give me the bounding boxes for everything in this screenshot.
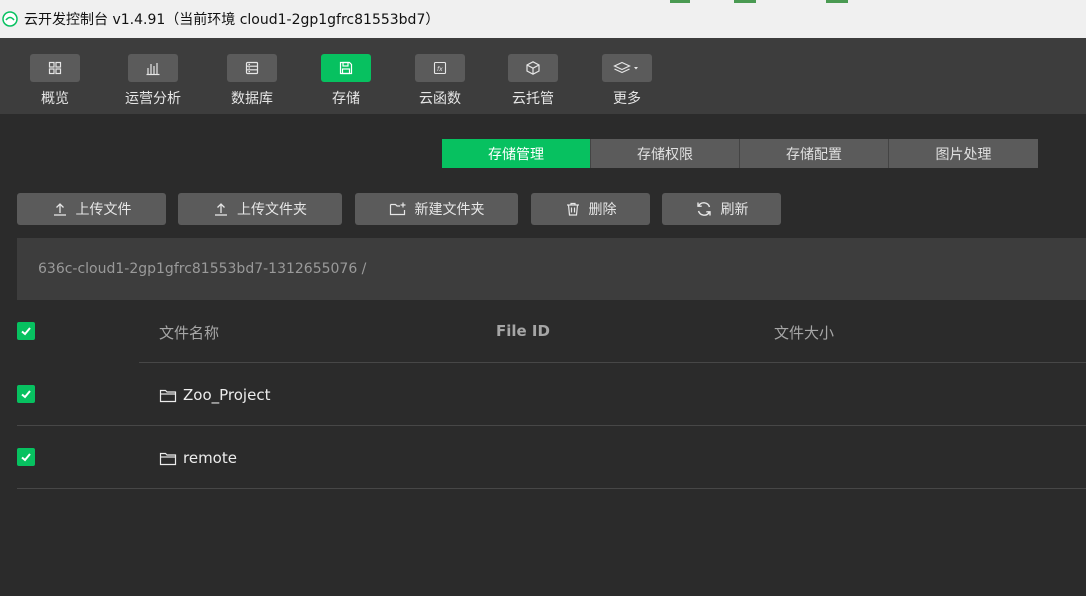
upload-folder-button[interactable]: 上传文件夹 (178, 193, 342, 225)
toolbar-overview[interactable]: 概览 (15, 54, 95, 108)
file-name: remote (183, 449, 237, 467)
layers-icon (602, 54, 652, 82)
row-divider (17, 488, 1086, 489)
delete-button[interactable]: 删除 (531, 193, 650, 225)
new-folder-button[interactable]: 新建文件夹 (355, 193, 518, 225)
trash-icon (566, 202, 579, 216)
toolbar-storage[interactable]: 存储 (306, 54, 386, 108)
cube-icon (508, 54, 558, 82)
breadcrumb: 636c-cloud1-2gp1gfrc81553bd7-1312655076 … (17, 238, 1086, 300)
storage-icon (321, 54, 371, 82)
toolbar-analytics[interactable]: 运营分析 (113, 54, 193, 108)
database-icon (227, 54, 277, 82)
checkmark-icon (21, 390, 31, 399)
toolbar-database[interactable]: 数据库 (212, 54, 292, 108)
upload-folder-label: 上传文件夹 (237, 202, 307, 218)
delete-label: 删除 (588, 202, 617, 218)
header-divider (139, 362, 1086, 363)
folder-icon (159, 389, 177, 403)
checkmark-icon (21, 327, 31, 336)
toolbar-functions[interactable]: fx 云函数 (400, 54, 480, 108)
toolbar-label: 概览 (41, 91, 69, 107)
tab-image-processing[interactable]: 图片处理 (889, 139, 1038, 168)
upload-file-label: 上传文件 (75, 202, 132, 218)
breadcrumb-path[interactable]: 636c-cloud1-2gp1gfrc81553bd7-1312655076 … (38, 261, 366, 277)
toolbar-label: 数据库 (231, 91, 273, 107)
toolbar-label: 更多 (613, 91, 641, 107)
table-row[interactable]: Zoo_Project (159, 386, 270, 404)
column-header-file-id: File ID (496, 322, 550, 340)
tab-storage-config[interactable]: 存储配置 (740, 139, 889, 168)
titlebar-decoration (826, 0, 848, 3)
window-titlebar: 云开发控制台 v1.4.91（当前环境 cloud1-2gp1gfrc81553… (0, 0, 1086, 38)
new-folder-label: 新建文件夹 (414, 202, 485, 218)
row-checkbox[interactable] (17, 385, 35, 403)
titlebar-decoration (734, 0, 756, 3)
bar-chart-icon (128, 54, 178, 82)
toolbar-label: 运营分析 (125, 91, 181, 107)
toolbar-label: 存储 (332, 91, 360, 107)
toolbar-label: 云函数 (419, 91, 461, 107)
grid-icon (30, 54, 80, 82)
refresh-button[interactable]: 刷新 (662, 193, 781, 225)
upload-icon (215, 203, 227, 216)
titlebar-decoration (670, 0, 690, 3)
upload-file-button[interactable]: 上传文件 (17, 193, 166, 225)
table-row[interactable]: remote (159, 449, 237, 467)
storage-tabs: 存储管理 存储权限 存储配置 图片处理 (442, 139, 1038, 168)
new-folder-icon (389, 202, 405, 216)
refresh-icon (696, 202, 711, 216)
refresh-label: 刷新 (720, 202, 749, 218)
select-all-checkbox[interactable] (17, 322, 35, 340)
folder-icon (159, 452, 177, 466)
column-header-filesize: 文件大小 (774, 324, 835, 342)
tab-storage-management[interactable]: 存储管理 (442, 139, 591, 168)
toolbar-cloud-hosting[interactable]: 云托管 (493, 54, 573, 108)
toolbar-more[interactable]: 更多 (587, 54, 667, 108)
upload-icon (53, 203, 66, 216)
app-logo-icon (2, 11, 18, 27)
file-name: Zoo_Project (183, 386, 271, 404)
column-header-filename: 文件名称 (159, 324, 220, 342)
row-checkbox[interactable] (17, 448, 35, 466)
checkmark-icon (21, 453, 31, 462)
toolbar-label: 云托管 (512, 91, 554, 107)
main-toolbar: 概览 运营分析 数据库 存储 fx 云函数 云托管 更多 (0, 38, 1086, 114)
function-icon: fx (415, 54, 465, 82)
row-divider (17, 425, 1086, 426)
tab-storage-permissions[interactable]: 存储权限 (591, 139, 740, 168)
window-title: 云开发控制台 v1.4.91（当前环境 cloud1-2gp1gfrc81553… (24, 12, 440, 28)
svg-text:fx: fx (437, 66, 443, 73)
